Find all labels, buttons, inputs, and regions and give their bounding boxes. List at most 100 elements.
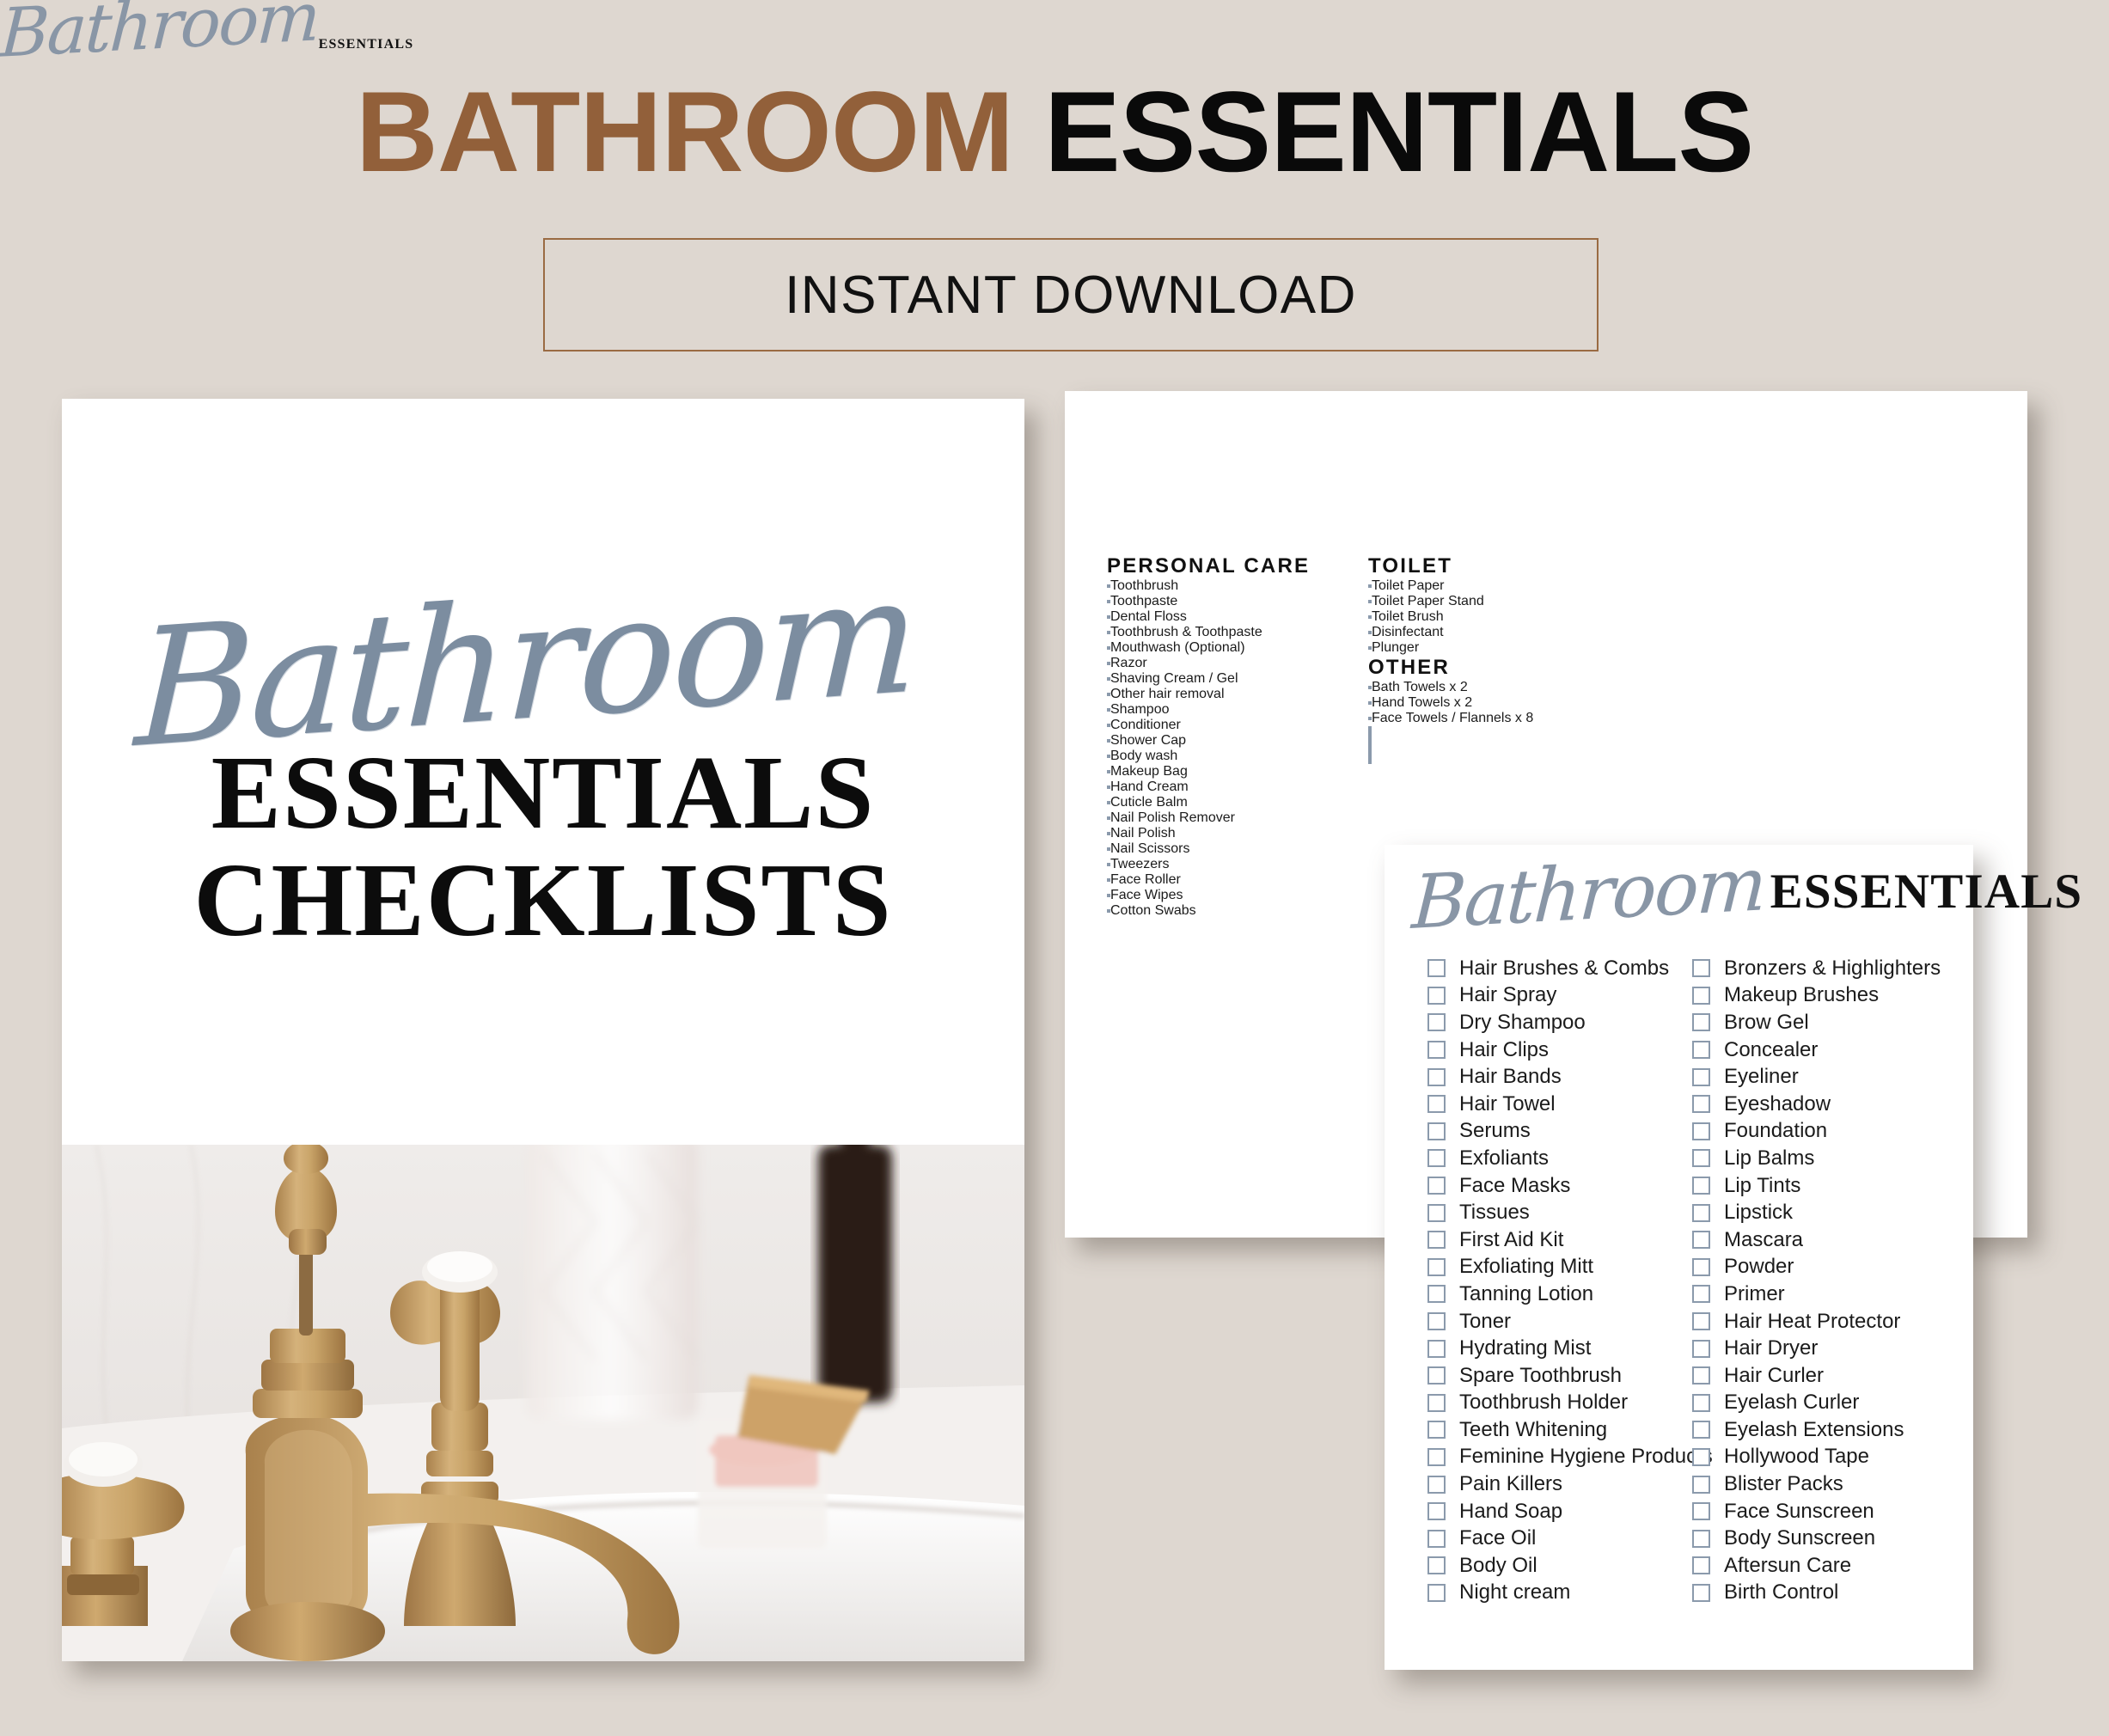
checklist-item[interactable]: Night cream: [1427, 1580, 1702, 1607]
checkbox-icon[interactable]: [1692, 1502, 1710, 1521]
checklist-item[interactable]: Blister Packs: [1692, 1470, 1967, 1498]
checklist-item[interactable]: Bath Towels x 2: [1368, 680, 1660, 695]
checkbox-icon[interactable]: [1427, 1067, 1446, 1086]
checkbox-icon[interactable]: [1427, 1231, 1446, 1250]
checkbox-icon[interactable]: [1692, 1041, 1710, 1060]
checkbox-icon[interactable]: [1427, 1529, 1446, 1548]
checkbox-icon[interactable]: [1427, 1447, 1446, 1466]
checkbox-icon[interactable]: [1427, 1122, 1446, 1140]
checkbox-icon[interactable]: [1692, 1583, 1710, 1602]
checkbox-icon[interactable]: [1692, 1447, 1710, 1466]
checklist-item[interactable]: Hand Towels x 2: [1368, 695, 1660, 711]
checklist-item[interactable]: Exfoliating Mitt: [1427, 1254, 1702, 1281]
checklist-item[interactable]: Spare Toothbrush: [1427, 1362, 1702, 1390]
checklist-item[interactable]: Serums: [1427, 1118, 1702, 1146]
checklist-item[interactable]: Body Sunscreen: [1692, 1525, 1967, 1552]
checkbox-icon[interactable]: [1427, 1257, 1446, 1276]
checkbox-icon[interactable]: [1427, 1502, 1446, 1521]
checklist-item[interactable]: Makeup Brushes: [1692, 982, 1967, 1010]
checkbox-icon[interactable]: [1427, 1095, 1446, 1114]
checklist-item[interactable]: Pain Killers: [1427, 1470, 1702, 1498]
checkbox-icon[interactable]: [1427, 1556, 1446, 1575]
checkbox-icon[interactable]: [1692, 986, 1710, 1005]
checklist-item[interactable]: Toner: [1427, 1308, 1702, 1336]
checklist-item[interactable]: Bronzers & Highlighters: [1692, 955, 1967, 982]
checklist-item[interactable]: First Aid Kit: [1427, 1226, 1702, 1254]
checklist-item[interactable]: Nail Polish: [1107, 826, 1391, 841]
checklist-item[interactable]: Other hair removal: [1107, 687, 1391, 702]
checkbox-icon[interactable]: [1692, 1013, 1710, 1032]
checklist-item[interactable]: Face Roller: [1107, 872, 1391, 888]
checklist-item[interactable]: Tanning Lotion: [1427, 1281, 1702, 1308]
checklist-item[interactable]: Teeth Whitening: [1427, 1416, 1702, 1444]
checklist-item[interactable]: Plunger: [1368, 640, 1660, 656]
checklist-item-occluded[interactable]: [1368, 761, 1660, 764]
checkbox-icon[interactable]: [1692, 1095, 1710, 1114]
checkbox-icon[interactable]: [1427, 1312, 1446, 1331]
checkbox-icon[interactable]: [1427, 1013, 1446, 1032]
checkbox-icon[interactable]: [1427, 1421, 1446, 1440]
checklist-item[interactable]: Face Towels / Flannels x 8: [1368, 711, 1660, 726]
checklist-item[interactable]: Hydrating Mist: [1427, 1335, 1702, 1362]
checklist-item[interactable]: Eyeliner: [1692, 1063, 1967, 1091]
checklist-item[interactable]: Toilet Brush: [1368, 609, 1660, 625]
checkbox-icon[interactable]: [1427, 1339, 1446, 1358]
checkbox-icon[interactable]: [1692, 1366, 1710, 1385]
checklist-item[interactable]: Dry Shampoo: [1427, 1009, 1702, 1036]
checklist-item[interactable]: Cotton Swabs: [1107, 903, 1391, 919]
checklist-item[interactable]: Aftersun Care: [1692, 1552, 1967, 1580]
checklist-item[interactable]: Hair Dryer: [1692, 1335, 1967, 1362]
checkbox-icon[interactable]: [1427, 1366, 1446, 1385]
checklist-item[interactable]: Body Oil: [1427, 1552, 1702, 1580]
checkbox-icon[interactable]: [1692, 1177, 1710, 1195]
checkbox-icon[interactable]: [1692, 1475, 1710, 1494]
checkbox-icon[interactable]: [1427, 1393, 1446, 1412]
checklist-item[interactable]: Shaving Cream / Gel: [1107, 671, 1391, 687]
checkbox-icon[interactable]: [1427, 1203, 1446, 1222]
checklist-item[interactable]: Shower Cap: [1107, 733, 1391, 749]
checklist-item[interactable]: Eyelash Curler: [1692, 1390, 1967, 1417]
checkbox-icon[interactable]: [1692, 1393, 1710, 1412]
checkbox-icon[interactable]: [1427, 959, 1446, 978]
checklist-item[interactable]: Hair Spray: [1427, 982, 1702, 1010]
checkbox-icon[interactable]: [1692, 1285, 1710, 1304]
checklist-item[interactable]: Face Sunscreen: [1692, 1498, 1967, 1525]
checklist-item[interactable]: Feminine Hygiene Products: [1427, 1444, 1713, 1471]
checkbox-icon[interactable]: [1692, 1203, 1710, 1222]
checklist-item[interactable]: Shampoo: [1107, 702, 1391, 718]
checkbox-icon[interactable]: [1692, 1339, 1710, 1358]
checklist-item[interactable]: Brow Gel: [1692, 1009, 1967, 1036]
checklist-item[interactable]: Nail Scissors: [1107, 841, 1391, 857]
checklist-item[interactable]: Hand Soap: [1427, 1498, 1702, 1525]
checklist-item[interactable]: Foundation: [1692, 1118, 1967, 1146]
checklist-item[interactable]: Mascara: [1692, 1226, 1967, 1254]
checklist-item[interactable]: Tweezers: [1107, 857, 1391, 872]
checklist-item[interactable]: Face Oil: [1427, 1525, 1702, 1552]
checklist-item[interactable]: Toilet Paper Stand: [1368, 594, 1660, 609]
checkbox-icon[interactable]: [1427, 1041, 1446, 1060]
checklist-item[interactable]: Nail Polish Remover: [1107, 810, 1391, 826]
checklist-item[interactable]: Face Wipes: [1107, 888, 1391, 903]
checklist-item[interactable]: Birth Control: [1692, 1580, 1967, 1607]
checklist-item[interactable]: Toilet Paper: [1368, 578, 1660, 594]
checklist-item[interactable]: Hollywood Tape: [1692, 1444, 1967, 1471]
checkbox-icon[interactable]: [1692, 959, 1710, 978]
checklist-item[interactable]: Mouthwash (Optional): [1107, 640, 1391, 656]
checklist-item[interactable]: Powder: [1692, 1254, 1967, 1281]
checklist-item[interactable]: Makeup Bag: [1107, 764, 1391, 779]
checklist-item[interactable]: Razor: [1107, 656, 1391, 671]
checkbox-icon[interactable]: [1427, 1177, 1446, 1195]
checkbox-icon[interactable]: [1427, 986, 1446, 1005]
checklist-item[interactable]: Hair Towel: [1427, 1091, 1702, 1118]
checklist-item[interactable]: Disinfectant: [1368, 625, 1660, 640]
checklist-item[interactable]: Concealer: [1692, 1036, 1967, 1064]
checklist-item[interactable]: Lip Balms: [1692, 1145, 1967, 1172]
checklist-item[interactable]: Exfoliants: [1427, 1145, 1702, 1172]
checklist-item[interactable]: Body wash: [1107, 749, 1391, 764]
checkbox-icon[interactable]: [1692, 1067, 1710, 1086]
checklist-item[interactable]: Hair Brushes & Combs: [1427, 955, 1702, 982]
checkbox-icon[interactable]: [1692, 1556, 1710, 1575]
checklist-item[interactable]: Hair Bands: [1427, 1063, 1702, 1091]
checklist-item[interactable]: Hair Heat Protector: [1692, 1308, 1967, 1336]
checkbox-icon[interactable]: [1427, 1583, 1446, 1602]
